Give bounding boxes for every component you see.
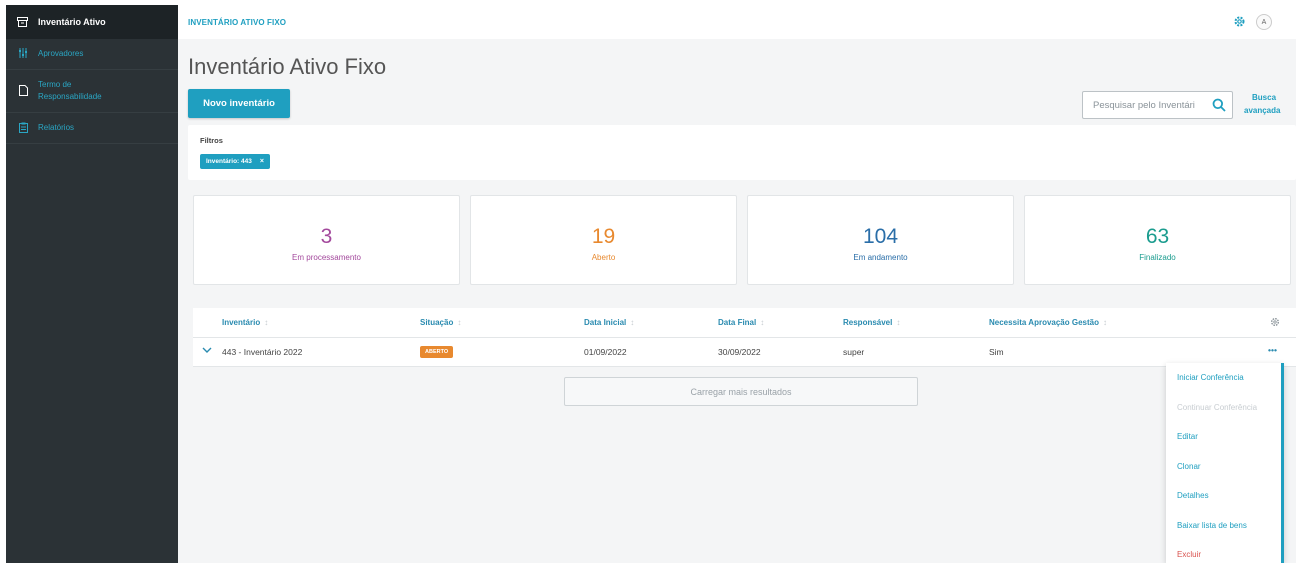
card-aberto[interactable]: 19 Aberto bbox=[470, 195, 737, 285]
advanced-search-link[interactable]: Busca avançada bbox=[1244, 91, 1294, 117]
menu-item-detalhes[interactable]: Detalhes bbox=[1166, 481, 1281, 511]
document-icon bbox=[17, 85, 29, 96]
sidebar-header-label: Inventário Ativo bbox=[38, 17, 106, 27]
archive-icon bbox=[16, 17, 28, 27]
sidebar-item-aprovadores[interactable]: Aprovadores bbox=[6, 39, 178, 70]
sidebar-item-termo[interactable]: Termo de Responsabilidade bbox=[6, 70, 178, 113]
menu-item-continuar-conferencia: Continuar Conferência bbox=[1177, 402, 1258, 412]
close-icon[interactable]: × bbox=[260, 158, 264, 165]
status-badge: ABERTO bbox=[420, 346, 454, 358]
cell-responsavel: super bbox=[843, 347, 865, 357]
gear-icon[interactable] bbox=[1270, 317, 1280, 329]
top-bar: INVENTÁRIO ATIVO FIXO A bbox=[178, 5, 1296, 39]
filter-title: Filtros bbox=[200, 136, 223, 145]
sidebar-item-label: Aprovadores bbox=[38, 49, 84, 58]
new-inventory-button[interactable]: Novo inventário bbox=[188, 89, 290, 118]
menu-item-clonar[interactable]: Clonar bbox=[1166, 452, 1281, 482]
sort-icon: ↕ bbox=[760, 318, 765, 327]
menu-item-editar[interactable]: Editar bbox=[1166, 422, 1281, 452]
card-value: 19 bbox=[591, 225, 616, 248]
cell-aprovacao: Sim bbox=[989, 347, 1004, 357]
search-input[interactable]: Pesquisar pelo Inventári bbox=[1082, 91, 1233, 119]
sort-icon: ↕ bbox=[1102, 318, 1107, 327]
sort-icon: ↕ bbox=[896, 318, 901, 327]
card-em-andamento[interactable]: 104 Em andamento bbox=[747, 195, 1014, 285]
gear-icon[interactable] bbox=[1233, 15, 1246, 33]
clipboard-icon bbox=[17, 122, 29, 133]
inventory-table: Inventário ↕ Situação ↕ Data Inicial ↕ Data… bbox=[193, 308, 1296, 367]
sidebar-header[interactable]: Inventário Ativo bbox=[6, 5, 178, 39]
sidebar-item-label: Termo de Responsabilidade bbox=[38, 80, 102, 101]
card-label: Em andamento bbox=[853, 253, 908, 262]
chevron-down-icon[interactable] bbox=[202, 346, 212, 356]
sidebar: Inventário Ativo Aprovadores Termo de Re… bbox=[6, 5, 178, 563]
search-placeholder: Pesquisar pelo Inventári bbox=[1093, 99, 1195, 111]
main-content: INVENTÁRIO ATIVO FIXO A Inventário Ativo… bbox=[178, 5, 1296, 563]
filter-panel: Filtros Inventário: 443 × bbox=[188, 125, 1296, 180]
cell-data-inicial: 01/09/2022 bbox=[584, 347, 627, 357]
cell-data-final: 30/09/2022 bbox=[718, 347, 761, 357]
sort-icon: ↕ bbox=[457, 318, 462, 327]
load-more-button[interactable]: Carregar mais resultados bbox=[564, 377, 918, 406]
menu-item-baixar-lista[interactable]: Baixar lista de bens bbox=[1166, 511, 1281, 541]
cell-inventario: 443 - Inventário 2022 bbox=[222, 347, 303, 357]
search-icon[interactable] bbox=[1212, 98, 1226, 117]
table-header: Inventário ↕ Situação ↕ Data Inicial ↕ Data… bbox=[193, 308, 1296, 338]
breadcrumb[interactable]: INVENTÁRIO ATIVO FIXO bbox=[188, 18, 286, 27]
menu-item-iniciar-conferencia[interactable]: Iniciar Conferência bbox=[1166, 363, 1281, 393]
sliders-icon bbox=[17, 48, 29, 58]
more-actions-icon[interactable]: ••• bbox=[1268, 345, 1277, 355]
card-finalizado[interactable]: 63 Finalizado bbox=[1024, 195, 1291, 285]
sidebar-item-label: Relatórios bbox=[38, 123, 75, 132]
sort-icon: ↕ bbox=[264, 318, 269, 327]
page-title: Inventário Ativo Fixo bbox=[188, 54, 387, 79]
card-label: Aberto bbox=[591, 253, 616, 262]
status-cards: 3 Em processamento 19 Aberto 104 Em anda… bbox=[193, 195, 1296, 285]
menu-item-excluir[interactable]: Excluir bbox=[1166, 540, 1281, 563]
card-value: 63 bbox=[1145, 225, 1170, 248]
sort-icon: ↕ bbox=[630, 318, 635, 327]
card-value: 104 bbox=[862, 225, 899, 248]
card-em-processamento[interactable]: 3 Em processamento bbox=[193, 195, 460, 285]
card-value: 3 bbox=[320, 225, 333, 248]
column-header-situacao[interactable]: Situação ↕ bbox=[420, 318, 461, 327]
column-header-data-inicial[interactable]: Data Inicial ↕ bbox=[584, 318, 634, 327]
card-label: Finalizado bbox=[1139, 253, 1176, 262]
column-header-data-final[interactable]: Data Final ↕ bbox=[718, 318, 764, 327]
filter-chip[interactable]: Inventário: 443 × bbox=[200, 154, 270, 169]
column-header-inventario[interactable]: Inventário ↕ bbox=[222, 318, 268, 327]
avatar[interactable]: A bbox=[1256, 14, 1272, 30]
column-header-responsavel[interactable]: Responsável ↕ bbox=[843, 318, 900, 327]
sidebar-item-relatorios[interactable]: Relatórios bbox=[6, 113, 178, 144]
table-row[interactable]: 443 - Inventário 2022 ABERTO 01/09/2022 … bbox=[193, 338, 1296, 367]
card-label: Em processamento bbox=[292, 253, 361, 262]
column-header-aprovacao[interactable]: Necessita Aprovação Gestão ↕ bbox=[989, 318, 1107, 327]
row-actions-menu: Iniciar Conferência Continuar Conferênci… bbox=[1166, 363, 1284, 563]
